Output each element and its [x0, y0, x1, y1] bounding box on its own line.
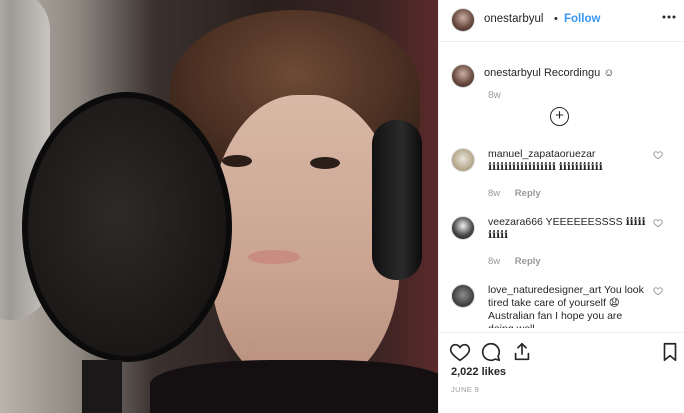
commenter-avatar[interactable]: [451, 216, 475, 240]
comment-username[interactable]: veezara666: [488, 216, 543, 228]
action-bar: 2,022 likes JUNE 9: [439, 332, 684, 413]
photo-lips: [248, 250, 300, 264]
author-username[interactable]: onestarbyul: [484, 13, 543, 25]
caption-avatar[interactable]: [451, 64, 475, 88]
mic-stand: [82, 360, 122, 413]
photo-shirt: [150, 360, 438, 413]
comment-meta: 8w Reply: [488, 256, 541, 267]
heart-icon[interactable]: [653, 150, 663, 160]
heart-icon[interactable]: [449, 341, 471, 363]
photo-eye-left: [222, 155, 252, 167]
comment-text: veezara666 YEEEEEESSSS ℹℹℹℹℹ ℹℹℹℹℹ: [488, 216, 648, 242]
likes-count[interactable]: 2,022 likes: [451, 366, 506, 378]
reply-button[interactable]: Reply: [515, 188, 541, 199]
caption-text: onestarbyul Recordingu ☺: [484, 67, 614, 79]
heart-icon[interactable]: [653, 286, 663, 296]
header-separator: •: [554, 13, 558, 25]
commenter-avatar[interactable]: [451, 148, 475, 172]
pop-filter: [22, 92, 232, 362]
comment-username[interactable]: love_naturedesigner_art: [488, 284, 601, 296]
heart-icon[interactable]: [653, 218, 663, 228]
comment-body: ℹℹℹℹℹℹℹℹℹℹℹℹℹℹℹℹℹ ℹℹℹℹℹℹℹℹℹℹℹ: [488, 161, 603, 173]
comment-time: 8w: [488, 256, 501, 267]
post-header: onestarbyul • Follow: [439, 0, 684, 42]
comment-text: manuel_zapataoruezar ℹℹℹℹℹℹℹℹℹℹℹℹℹℹℹℹℹ ℹ…: [488, 148, 648, 174]
plus-circle-icon[interactable]: +: [550, 107, 569, 126]
photo-eye-right: [310, 157, 340, 169]
comment-username[interactable]: manuel_zapataoruezar: [488, 148, 595, 160]
caption-username[interactable]: onestarbyul: [484, 67, 541, 79]
caption-time: 8w: [488, 90, 501, 101]
author-avatar[interactable]: [451, 8, 475, 32]
more-options-icon[interactable]: [662, 10, 676, 27]
commenter-avatar[interactable]: [451, 284, 475, 308]
comment-time: 8w: [488, 188, 501, 199]
reply-button[interactable]: Reply: [515, 256, 541, 267]
headphone: [372, 120, 422, 280]
comment-meta: 8w Reply: [488, 188, 541, 199]
caption-body: Recordingu ☺: [543, 67, 615, 79]
follow-button[interactable]: Follow: [564, 13, 600, 25]
comment-text: love_naturedesigner_art You look tired t…: [488, 284, 648, 328]
share-icon[interactable]: [511, 341, 533, 363]
post-date[interactable]: JUNE 9: [451, 385, 479, 394]
post-photo[interactable]: [0, 0, 438, 413]
comment-icon[interactable]: [480, 341, 502, 363]
bookmark-icon[interactable]: [659, 341, 681, 363]
post-side-panel: onestarbyul • Follow onestarbyul Recordi…: [438, 0, 684, 413]
